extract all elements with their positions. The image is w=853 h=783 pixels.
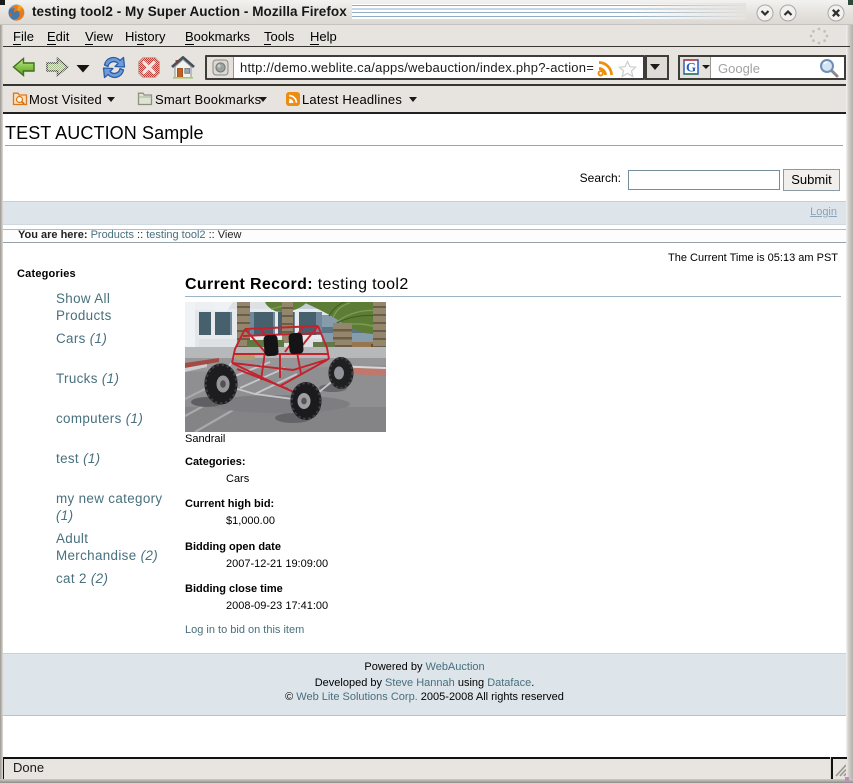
svg-text:G: G <box>686 60 696 75</box>
